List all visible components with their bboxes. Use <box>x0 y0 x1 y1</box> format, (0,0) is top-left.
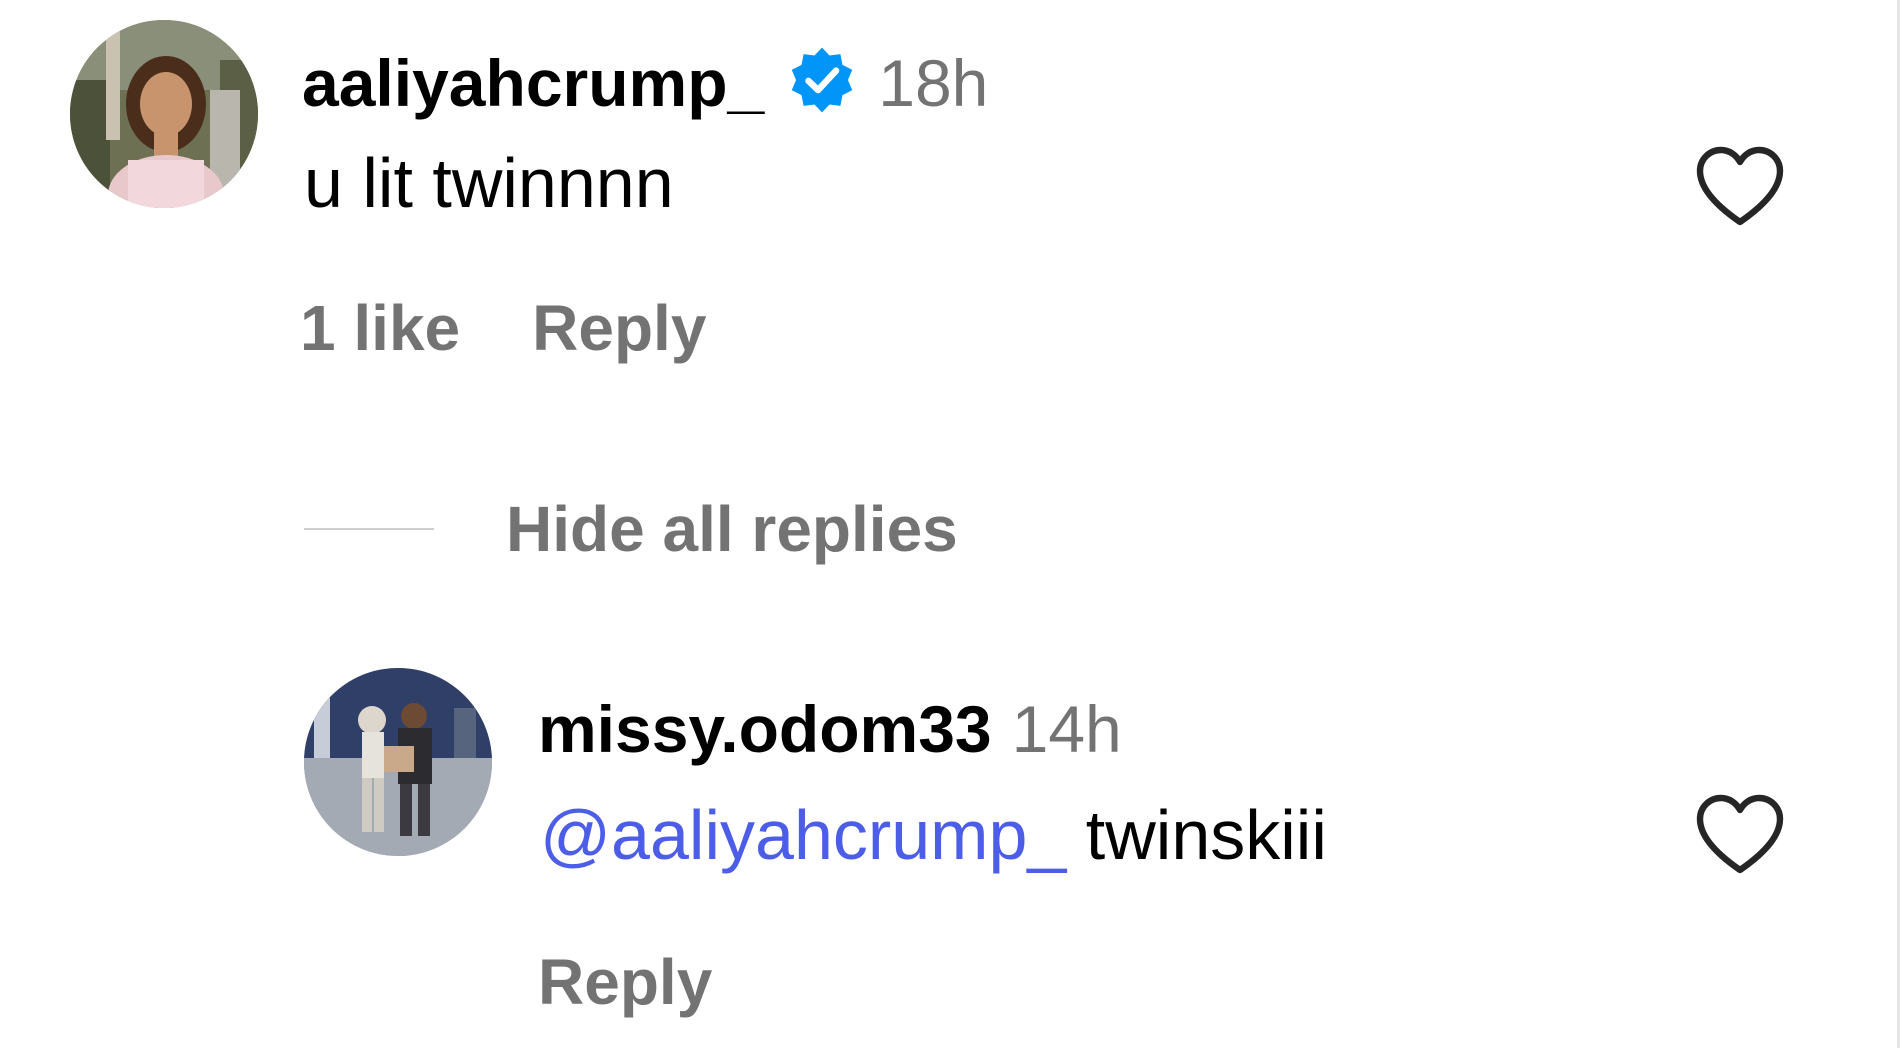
reply-button[interactable]: Reply <box>532 292 706 364</box>
hide-replies-toggle[interactable]: Hide all replies <box>304 497 958 561</box>
like-heart-icon[interactable] <box>1692 790 1788 878</box>
reply-avatar[interactable] <box>304 668 492 856</box>
reply-mention-link[interactable]: @aaliyahcrump_ <box>540 796 1066 874</box>
comment-timestamp[interactable]: 18h <box>878 46 988 120</box>
comments-panel: aaliyahcrump_ 18h u lit twinnnn 1 like Rep… <box>0 0 1900 1048</box>
comment-header: aaliyahcrump_ 18h <box>302 44 988 116</box>
comment-like-count[interactable]: 1 like <box>300 292 460 364</box>
reply-body-text: twinskiii <box>1085 796 1327 874</box>
replies-divider <box>304 528 434 530</box>
reply-header: missy.odom33 14h <box>538 696 1122 762</box>
like-heart-icon[interactable] <box>1692 142 1788 230</box>
comment-username[interactable]: aaliyahcrump_ <box>302 46 764 120</box>
comment-text: u lit twinnnn <box>304 144 674 222</box>
profile-photo <box>304 668 492 856</box>
reply-timestamp[interactable]: 14h <box>1012 692 1122 766</box>
profile-photo <box>70 20 258 208</box>
comment-actions: 1 like Reply <box>300 296 706 360</box>
reply-actions: Reply <box>538 950 712 1014</box>
reply-username[interactable]: missy.odom33 <box>538 692 992 766</box>
verified-badge-icon <box>791 47 853 113</box>
reply-text: @aaliyahcrump_ twinskiii <box>540 800 1327 870</box>
commenter-avatar[interactable] <box>70 20 258 208</box>
hide-replies-label[interactable]: Hide all replies <box>506 497 958 561</box>
reply-reply-button[interactable]: Reply <box>538 946 712 1018</box>
